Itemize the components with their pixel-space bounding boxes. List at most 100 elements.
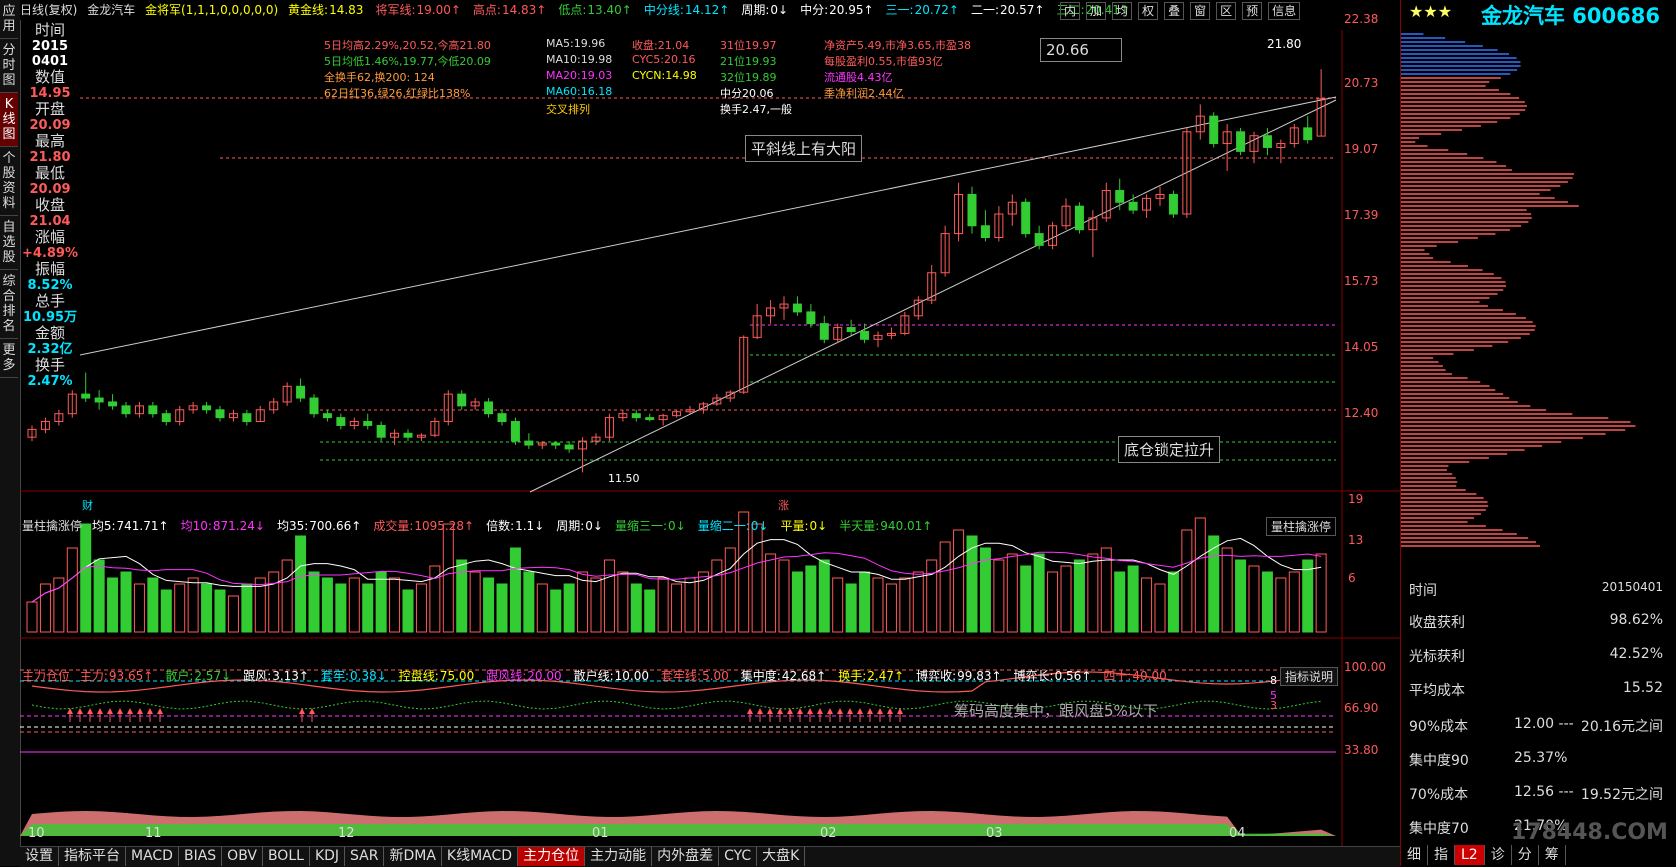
volume-bar xyxy=(268,571,280,633)
left-tab-0[interactable]: 应用 xyxy=(0,0,18,39)
resistance-trendline[interactable] xyxy=(79,96,1337,356)
indicator-tab-11[interactable]: 主力动能 xyxy=(585,847,653,866)
toolbar-button-2[interactable]: 均 xyxy=(1112,2,1133,20)
header-item-5: 周期:0↓ xyxy=(741,3,794,17)
candle-body xyxy=(860,330,870,340)
toolbar-button-0[interactable]: 内 xyxy=(1060,2,1081,20)
volume-bar xyxy=(751,523,763,633)
left-tab-2[interactable]: K线图 xyxy=(0,93,18,147)
volume-bar xyxy=(550,589,562,633)
position-item-value: 3.13↑ xyxy=(272,669,309,683)
header-item-7: 三一:20.72↑ xyxy=(886,3,965,17)
candle-body xyxy=(1262,135,1272,148)
indicator-tab-5[interactable]: BOLL xyxy=(263,847,310,866)
position-item-label: 跟风线: xyxy=(486,669,527,683)
indicator-tab-14[interactable]: 大盘K xyxy=(757,847,806,866)
period-label[interactable]: 日线(复权) xyxy=(20,3,77,17)
indicator-tab-3[interactable]: BIAS xyxy=(179,847,223,866)
candle-body xyxy=(806,311,816,325)
indicator-tab-8[interactable]: 新DMA xyxy=(384,847,442,866)
toolbar-button-8[interactable]: 信息 xyxy=(1268,2,1301,20)
left-tab-3[interactable]: 个股资料 xyxy=(0,147,18,216)
left-tab-4[interactable]: 自选股 xyxy=(0,216,18,270)
position-item-value: 20.00 xyxy=(527,669,562,683)
volume-tick: 6 xyxy=(1348,571,1356,585)
indicator-tab-12[interactable]: 内外盘差 xyxy=(652,847,720,866)
price-axis: 22.38 20.73 19.07 17.39 15.73 14.05 12.40 19 13 6… xyxy=(1270,0,1399,846)
toolbar-button-6[interactable]: 区 xyxy=(1216,2,1237,20)
chip-histogram[interactable] xyxy=(1401,28,1676,563)
chip-tab-1[interactable]: 指 xyxy=(1428,845,1455,865)
left-tab-1[interactable]: 分时图 xyxy=(0,39,18,93)
toolbar-button-4[interactable]: 叠 xyxy=(1164,2,1185,20)
toolbar-button-3[interactable]: 权 xyxy=(1138,2,1159,20)
volume-bar xyxy=(1060,565,1072,633)
limit-up-marker: 涨 xyxy=(778,499,789,512)
candle-body xyxy=(161,413,171,423)
volume-indicator-button[interactable]: 量柱擒涨停 xyxy=(1266,517,1337,536)
chip-stat-value: 98.62% xyxy=(1609,612,1663,628)
volume-bar xyxy=(536,583,548,633)
buy-arrow-head xyxy=(147,708,153,714)
volume-bar xyxy=(1315,553,1327,633)
chip-tab-4[interactable]: 分 xyxy=(1512,845,1539,865)
indicator-help-button[interactable]: 指标说明 xyxy=(1280,667,1339,686)
volume-item-4: 倍数:1.1↓ xyxy=(486,519,550,533)
chip-stat-value: 15.52 xyxy=(1622,680,1663,696)
indicator-name[interactable]: 金将军(1,1,1,0,0,0,0,0) xyxy=(145,3,278,17)
volume-bar xyxy=(791,571,803,633)
left-tab-6[interactable]: 更多 xyxy=(0,339,18,378)
volume-bar xyxy=(805,565,817,633)
chip-tab-0[interactable]: 细 xyxy=(1401,845,1428,865)
indicator-tab-0[interactable]: 设置 xyxy=(20,847,59,866)
header-item-value: 20.95↑ xyxy=(829,3,874,17)
header-item-label: 周期: xyxy=(741,3,770,17)
candle-body xyxy=(564,444,574,450)
buy-arrow-head xyxy=(97,708,103,714)
header-item-1: 将军线:19.00↑ xyxy=(375,3,466,17)
indicator-tab-4[interactable]: OBV xyxy=(222,847,263,866)
stat-col4-0: 31位19.97 xyxy=(720,39,777,52)
position-item-value: 75.00 xyxy=(439,669,475,683)
indicator-tab-7[interactable]: SAR xyxy=(345,847,385,866)
header-item-label: 黄金线: xyxy=(288,3,329,17)
volume-panel-header: 量柱擒涨停 均5:741.71↑ 均10:871.24↓ 均35:700.66↑ 成交… xyxy=(22,517,950,534)
volume-item-label: 量缩三一: xyxy=(615,519,668,533)
indicator-tab-9[interactable]: K线MACD xyxy=(442,847,519,866)
volume-bar xyxy=(375,571,387,633)
volume-bar xyxy=(1302,559,1314,633)
stat-col2-2: MA20:19.03 xyxy=(546,69,613,82)
buy-arrow-head xyxy=(847,708,853,714)
chip-cost-mid: 12.56 --- xyxy=(1514,784,1574,800)
volume-item-value: 0↓ xyxy=(585,519,603,533)
volume-bar xyxy=(1288,571,1300,633)
volume-bar xyxy=(657,577,669,633)
indicator-tab-2[interactable]: MACD xyxy=(126,847,179,866)
volume-bar xyxy=(93,559,105,633)
buy-arrow-head xyxy=(757,708,763,714)
indicator-tab-6[interactable]: KDJ xyxy=(310,847,346,866)
support-trendline[interactable] xyxy=(529,99,1337,493)
chip-cost-row: 90%成本 12.00 --- 20.16元之间 xyxy=(1409,716,1669,736)
time-axis: 10 11 12 01 02 03 04 xyxy=(20,826,1400,844)
chip-tab-3[interactable]: 诊 xyxy=(1485,845,1512,865)
indicator-tab-13[interactable]: CYC xyxy=(719,847,758,866)
candle-body xyxy=(202,405,212,411)
left-tab-5[interactable]: 综合排名 xyxy=(0,270,18,339)
toolbar-button-5[interactable]: 窗 xyxy=(1190,2,1211,20)
indicator-tab-1[interactable]: 指标平台 xyxy=(59,847,126,866)
indicator-tab-10[interactable]: 主力仓位 xyxy=(518,847,586,866)
volume-item-label: 量缩二一: xyxy=(697,519,750,533)
toolbar-button-1[interactable]: 加 xyxy=(1086,2,1107,20)
candle-body xyxy=(980,225,990,239)
volume-bar xyxy=(1181,529,1193,633)
toolbar-button-7[interactable]: 预 xyxy=(1242,2,1263,20)
buy-arrow-head xyxy=(787,708,793,714)
stock-title: 金龙汽车 600686 xyxy=(1481,4,1660,28)
chip-tab-2[interactable]: L2 xyxy=(1455,845,1485,865)
chip-tab-5[interactable]: 筹 xyxy=(1539,845,1566,865)
candle-body xyxy=(322,413,332,419)
chip-stat-value: 20150401 xyxy=(1601,580,1663,594)
chip-stat-label: 平均成本 xyxy=(1409,683,1465,699)
candle-body xyxy=(296,385,306,399)
